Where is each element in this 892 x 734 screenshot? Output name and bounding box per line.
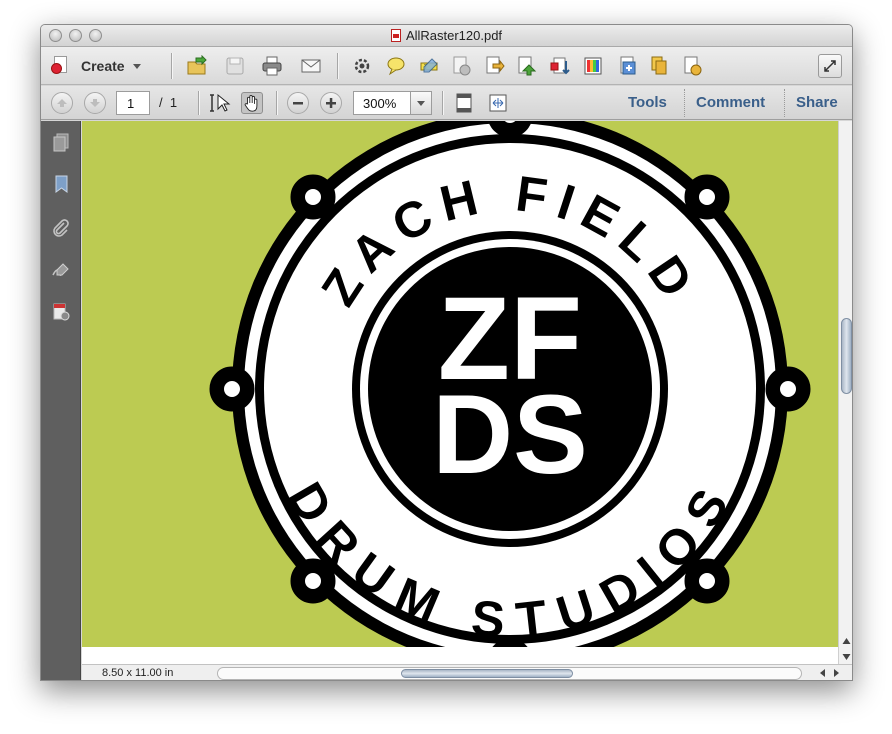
security-icon[interactable] xyxy=(50,301,72,323)
previous-page-button[interactable] xyxy=(51,92,73,114)
fit-page-icon[interactable] xyxy=(453,92,475,114)
vertical-scroll-arrows[interactable] xyxy=(839,634,852,664)
window-title-text: AllRaster120.pdf xyxy=(405,28,503,43)
logo-monogram-line2: DS xyxy=(432,372,588,497)
attachment-icon[interactable] xyxy=(50,217,72,239)
page-total: / 1 xyxy=(159,95,177,110)
zoom-dropdown-button[interactable] xyxy=(410,91,432,115)
panel-divider xyxy=(784,89,785,117)
fit-width-icon[interactable] xyxy=(487,92,509,114)
minus-icon xyxy=(293,102,303,105)
create-button-label: Create xyxy=(81,58,125,74)
panel-divider xyxy=(684,89,685,117)
horizontal-scroll-thumb[interactable] xyxy=(401,669,573,678)
drum-studio-logo: ZACH FIELD DRUM STUDIOS ZF DS xyxy=(209,121,811,664)
page-number-input[interactable]: 1 xyxy=(116,91,150,115)
horizontal-scrollbar[interactable] xyxy=(217,667,802,680)
signature-icon[interactable] xyxy=(50,259,72,281)
delete-page-icon[interactable] xyxy=(450,55,472,77)
highlight-icon[interactable]: T xyxy=(418,55,440,77)
zoom-in-button[interactable] xyxy=(320,92,342,114)
vertical-scrollbar[interactable] xyxy=(838,121,852,664)
total-pages: 1 xyxy=(169,95,178,110)
full-screen-icon xyxy=(824,60,836,72)
navigation-pane xyxy=(41,121,81,680)
tools-panel-link[interactable]: Tools xyxy=(628,94,667,111)
toolbar-divider xyxy=(337,53,338,79)
compare-icon[interactable] xyxy=(617,55,639,77)
share-panel-link[interactable]: Share xyxy=(796,94,838,111)
create-button[interactable]: Create xyxy=(51,54,141,78)
chevron-down-icon xyxy=(132,63,141,69)
arrow-down-icon xyxy=(90,99,100,107)
pdf-file-icon xyxy=(390,29,401,42)
pages-icon[interactable] xyxy=(50,131,72,153)
navigation-toolbar: 1 / 1 300% Tools Comment Share xyxy=(41,86,852,120)
export-icon[interactable] xyxy=(483,55,505,77)
comment-bubble-icon[interactable] xyxy=(385,55,407,77)
create-pdf-icon xyxy=(51,55,73,77)
plus-icon xyxy=(326,98,336,108)
combine-icon[interactable] xyxy=(648,55,670,77)
sign-icon[interactable] xyxy=(549,55,571,77)
zoom-out-button[interactable] xyxy=(287,92,309,114)
full-screen-button[interactable] xyxy=(818,54,842,78)
arrow-up-icon xyxy=(57,99,67,107)
horizontal-scroll-arrows[interactable] xyxy=(817,667,845,680)
bookmark-icon[interactable] xyxy=(50,173,72,195)
save-icon[interactable] xyxy=(224,55,246,77)
settings-gear-icon[interactable] xyxy=(351,55,373,77)
page-size-label: 8.50 x 11.00 in xyxy=(102,667,174,679)
toolbar-divider xyxy=(171,53,172,79)
page-separator: / xyxy=(159,95,163,110)
chevron-down-icon xyxy=(417,100,425,106)
email-icon[interactable] xyxy=(300,55,322,77)
comment-panel-link[interactable]: Comment xyxy=(696,94,765,111)
open-folder-icon[interactable] xyxy=(186,55,208,77)
toolbar-divider xyxy=(442,91,443,115)
toolbar-divider xyxy=(276,91,277,115)
main-toolbar: Create T xyxy=(41,47,852,85)
title-bar: AllRaster120.pdf xyxy=(41,25,852,47)
select-cursor-icon[interactable] xyxy=(209,92,231,114)
toolbar-divider xyxy=(198,91,199,115)
zoom-level-input[interactable]: 300% xyxy=(353,91,411,115)
send-icon[interactable] xyxy=(681,55,703,77)
pdf-page: ZACH FIELD DRUM STUDIOS ZF DS xyxy=(82,121,838,664)
hand-tool-icon[interactable] xyxy=(241,92,263,114)
vertical-scroll-thumb[interactable] xyxy=(841,318,852,394)
share-icon[interactable] xyxy=(515,55,537,77)
window-title: AllRaster120.pdf xyxy=(41,28,852,43)
acrobat-window: AllRaster120.pdf Create T xyxy=(40,24,853,681)
document-view[interactable]: ZACH FIELD DRUM STUDIOS ZF DS xyxy=(82,121,838,664)
status-bar: 8.50 x 11.00 in xyxy=(82,664,852,680)
next-page-button[interactable] xyxy=(84,92,106,114)
print-icon[interactable] xyxy=(261,55,283,77)
color-icon[interactable] xyxy=(582,55,604,77)
